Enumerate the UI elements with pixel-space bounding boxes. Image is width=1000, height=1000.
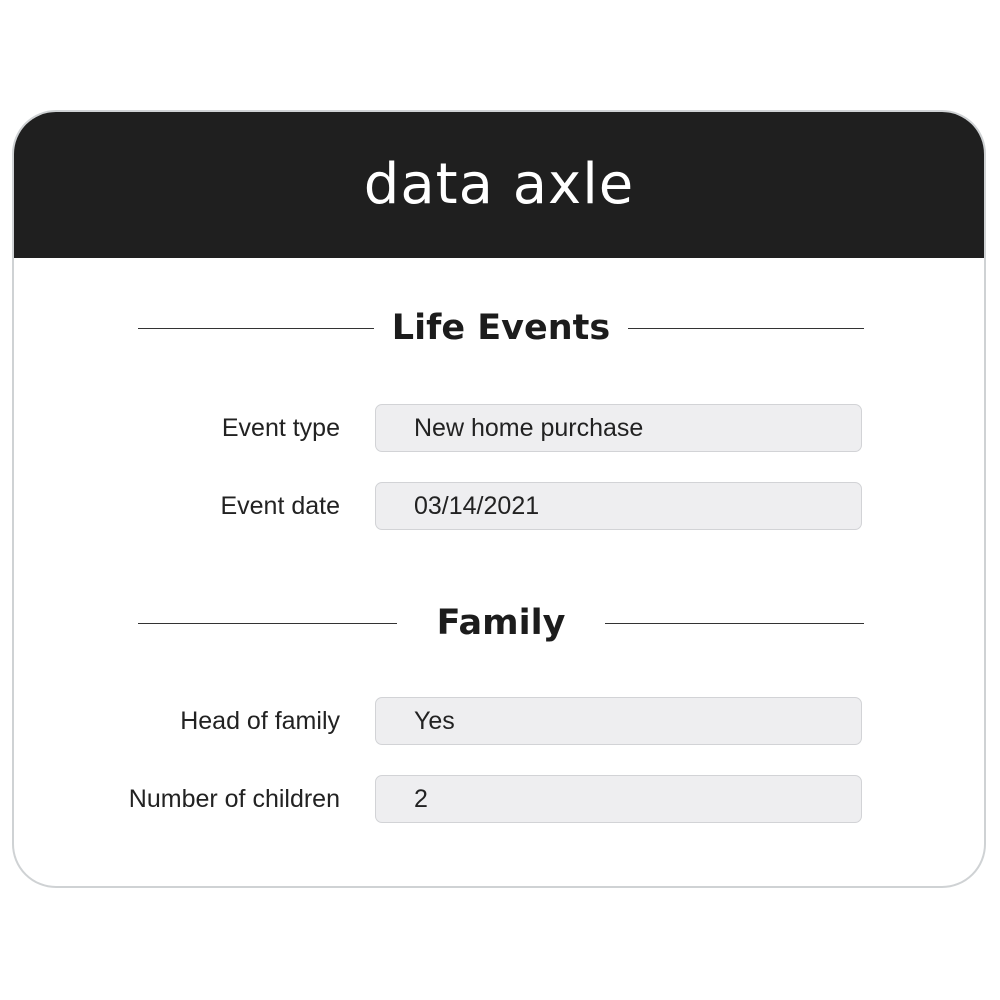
divider-line-left xyxy=(138,622,397,624)
field-row-event-type: Event type New home purchase xyxy=(14,404,984,452)
event-type-label: Event type xyxy=(221,414,340,442)
section-header-family: Family xyxy=(138,603,865,643)
data-axle-logo: data axle xyxy=(363,152,635,217)
head-of-family-label: Head of family xyxy=(180,707,340,735)
number-of-children-field[interactable]: 2 xyxy=(375,775,862,823)
field-row-event-date: Event date 03/14/2021 xyxy=(14,482,984,530)
event-type-field[interactable]: New home purchase xyxy=(375,404,862,452)
card-header: data axle xyxy=(14,112,984,258)
field-row-head-of-family: Head of family Yes xyxy=(14,697,984,745)
profile-card: data axle Life Events Event type New hom… xyxy=(12,110,986,888)
section-header-life-events: Life Events xyxy=(138,308,864,348)
divider-line-right xyxy=(605,622,865,624)
field-row-number-of-children: Number of children 2 xyxy=(14,775,984,823)
section-title: Family xyxy=(436,603,566,643)
section-title: Life Events xyxy=(391,308,611,348)
divider-line-right xyxy=(628,327,864,329)
event-date-label: Event date xyxy=(220,492,340,520)
head-of-family-field[interactable]: Yes xyxy=(375,697,862,745)
number-of-children-label: Number of children xyxy=(128,785,340,813)
event-date-field[interactable]: 03/14/2021 xyxy=(375,482,862,530)
divider-line-left xyxy=(138,327,374,329)
